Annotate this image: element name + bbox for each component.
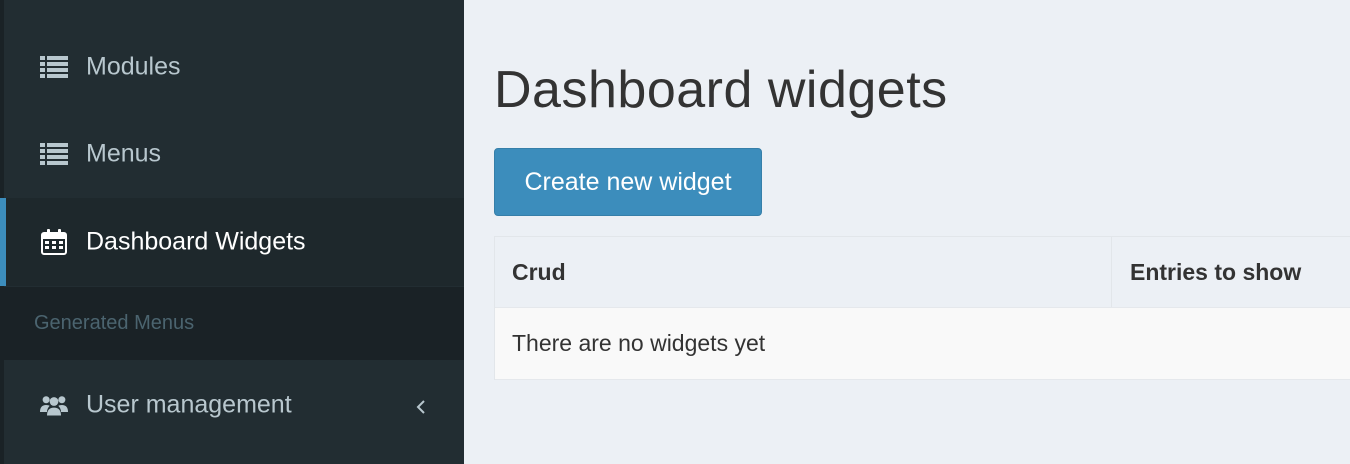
- table-border: [494, 236, 495, 380]
- sidebar-item-modules[interactable]: Modules: [4, 23, 464, 111]
- main-content: Dashboard widgets Create new widget Crud…: [464, 0, 1350, 464]
- empty-table-message: There are no widgets yet: [494, 308, 1350, 380]
- sidebar-item-user-management[interactable]: User management: [4, 361, 464, 449]
- chevron-left-icon[interactable]: [414, 395, 428, 415]
- sidebar-header-generated-menus: Generated Menus: [4, 287, 464, 360]
- sidebar-item-label: Modules: [86, 52, 181, 81]
- sidebar-item-label: Menus: [86, 139, 162, 168]
- column-header-entries-to-show[interactable]: Entries to show: [1112, 237, 1350, 307]
- sidebar-item-dashboard-widgets[interactable]: Dashboard Widgets: [0, 198, 464, 286]
- sidebar: Modules Menus Dashboard Widgets Generate…: [0, 0, 464, 464]
- column-header-crud[interactable]: Crud: [494, 237, 1112, 307]
- table-header-row: Crud Entries to show: [494, 237, 1350, 308]
- list-icon: [40, 54, 68, 80]
- users-icon: [40, 392, 68, 418]
- widgets-table: Crud Entries to show There are no widget…: [494, 236, 1350, 380]
- sidebar-item-menus[interactable]: Menus: [4, 110, 464, 198]
- create-widget-button[interactable]: Create new widget: [494, 148, 762, 216]
- sidebar-item-label: Dashboard Widgets: [86, 227, 306, 256]
- page-title: Dashboard widgets: [494, 61, 948, 119]
- list-icon: [40, 141, 68, 167]
- calendar-icon: [40, 229, 68, 255]
- sidebar-item-label: User management: [86, 390, 292, 419]
